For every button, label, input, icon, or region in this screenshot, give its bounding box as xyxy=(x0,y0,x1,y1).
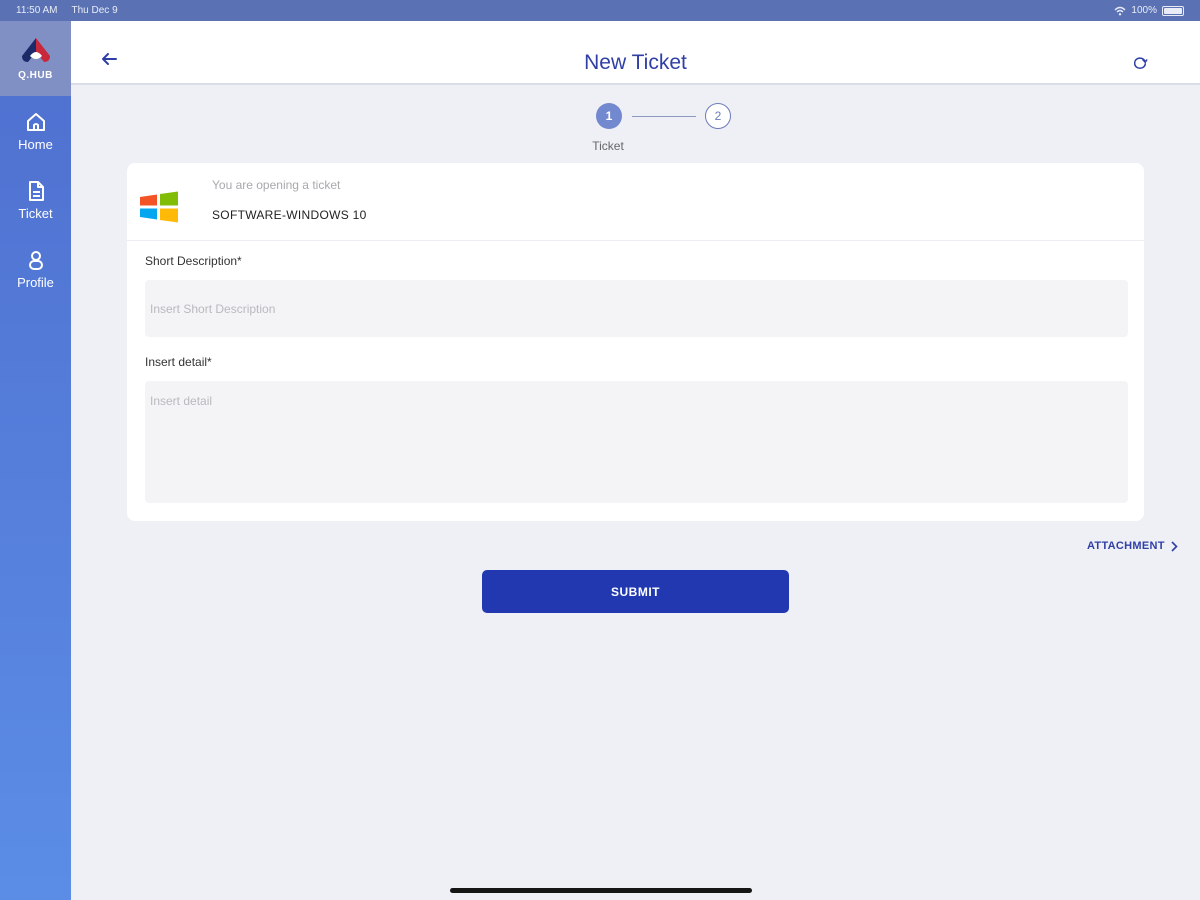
battery-icon xyxy=(1162,5,1184,16)
step-label: Ticket xyxy=(592,139,624,153)
home-icon xyxy=(26,112,45,131)
attachment-link[interactable]: ATTACHMENT xyxy=(1087,540,1178,552)
sidebar-item-ticket[interactable]: Ticket xyxy=(0,165,71,234)
sidebar-item-home[interactable]: Home xyxy=(0,96,71,165)
ticket-intro-text: You are opening a ticket xyxy=(212,178,341,192)
document-icon xyxy=(28,180,44,201)
status-date: Thu Dec 9 xyxy=(71,5,118,16)
short-description-input[interactable] xyxy=(145,280,1128,337)
windows-logo-icon xyxy=(140,191,178,223)
detail-label: Insert detail* xyxy=(145,355,212,369)
home-indicator[interactable] xyxy=(450,888,752,893)
app-logo-label: Q.HUB xyxy=(18,70,53,81)
sidebar-item-label: Profile xyxy=(17,274,54,290)
detail-textarea[interactable] xyxy=(145,381,1128,503)
app-logo[interactable]: Q.HUB xyxy=(0,21,71,96)
sidebar-item-profile[interactable]: Profile xyxy=(0,234,71,303)
submit-button[interactable]: SUBMIT xyxy=(482,570,789,613)
status-indicators: 100% xyxy=(1114,5,1184,16)
ticket-category: SOFTWARE-WINDOWS 10 xyxy=(212,208,367,222)
step-connector xyxy=(632,116,696,117)
battery-percent: 100% xyxy=(1131,5,1157,16)
page-title: New Ticket xyxy=(584,51,687,74)
sidebar-item-label: Ticket xyxy=(18,205,53,221)
page-header: New Ticket xyxy=(71,21,1200,85)
app-logo-icon xyxy=(21,38,50,62)
short-description-label: Short Description* xyxy=(145,254,242,268)
sidebar: Q.HUB Home Ticket Profile xyxy=(0,21,71,900)
wifi-icon xyxy=(1114,6,1126,15)
step-2: 2 xyxy=(705,103,731,129)
profile-icon xyxy=(28,250,43,270)
status-time: 11:50 AM xyxy=(16,5,58,16)
ticket-summary: You are opening a ticket SOFTWARE-WINDOW… xyxy=(127,163,1144,241)
refresh-icon[interactable] xyxy=(1131,54,1149,72)
step-1: 1 xyxy=(596,103,622,129)
attachment-label: ATTACHMENT xyxy=(1087,540,1165,552)
ticket-form-card: You are opening a ticket SOFTWARE-WINDOW… xyxy=(127,163,1144,521)
sidebar-item-label: Home xyxy=(18,136,53,152)
chevron-right-icon xyxy=(1171,540,1178,552)
status-bar: 11:50 AM Thu Dec 9 100% xyxy=(0,0,1200,21)
